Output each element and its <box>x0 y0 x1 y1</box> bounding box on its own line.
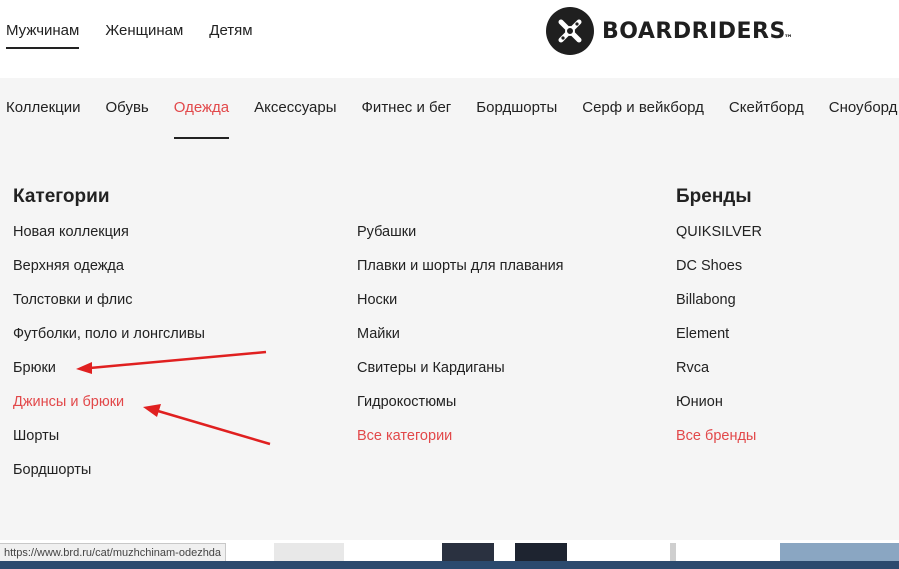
nav-item-collections[interactable]: Коллекции <box>6 99 81 116</box>
brand-link[interactable]: DC Shoes <box>676 258 762 292</box>
category-link[interactable]: Гидрокостюмы <box>357 394 564 428</box>
gender-tab-women[interactable]: Женщинам <box>105 22 183 45</box>
main-nav: Коллекции Обувь Одежда Аксессуары Фитнес… <box>0 78 899 140</box>
category-link[interactable]: Плавки и шорты для плавания <box>357 258 564 292</box>
brand-link[interactable]: Юнион <box>676 394 762 428</box>
os-taskbar <box>0 561 899 569</box>
nav-item-fitness[interactable]: Фитнес и бег <box>362 99 452 116</box>
site-header: Мужчинам Женщинам Детям BOARDRIDERS™ <box>0 0 899 78</box>
nav-item-shoes[interactable]: Обувь <box>106 99 149 116</box>
nav-item-accessories[interactable]: Аксессуары <box>254 99 336 116</box>
category-link[interactable]: Свитеры и Кардиганы <box>357 360 564 394</box>
gender-tabs: Мужчинам Женщинам Детям <box>6 22 253 49</box>
browser-status-url: https://www.brd.ru/cat/muzhchinam-odezhd… <box>0 543 227 563</box>
nav-item-surf[interactable]: Серф и вейкборд <box>582 99 704 116</box>
brand-link[interactable]: Rvca <box>676 360 762 394</box>
category-link[interactable]: Новая коллекция <box>13 224 205 258</box>
all-categories-link[interactable]: Все категории <box>357 428 564 462</box>
brand-link[interactable]: Element <box>676 326 762 360</box>
logo-wordmark: BOARDRIDERS™ <box>602 18 794 44</box>
brand-link[interactable]: Billabong <box>676 292 762 326</box>
gender-tab-kids[interactable]: Детям <box>209 22 252 45</box>
mega-menu: Категории Новая коллекция Верхняя одежда… <box>0 140 899 540</box>
category-link[interactable]: Носки <box>357 292 564 326</box>
nav-item-clothing[interactable]: Одежда <box>173 99 230 139</box>
category-link[interactable]: Майки <box>357 326 564 360</box>
brand-link[interactable]: QUIKSILVER <box>676 224 762 258</box>
categories-title: Категории <box>13 186 110 207</box>
category-link[interactable]: Рубашки <box>357 224 564 258</box>
category-link[interactable]: Бордшорты <box>13 462 205 496</box>
nav-item-skateboard[interactable]: Скейтборд <box>729 99 804 116</box>
brands-title: Бренды <box>676 186 752 207</box>
category-link[interactable]: Толстовки и флис <box>13 292 205 326</box>
nav-item-boardshorts[interactable]: Бордшорты <box>476 99 557 116</box>
category-link-jeans[interactable]: Джинсы и брюки <box>13 394 205 428</box>
all-brands-link[interactable]: Все бренды <box>676 428 762 462</box>
nav-item-snowboard[interactable]: Сноуборд <box>829 99 898 116</box>
brand-logo[interactable]: BOARDRIDERS™ <box>546 7 793 55</box>
category-link-trousers[interactable]: Брюки <box>13 360 205 394</box>
gender-tab-men[interactable]: Мужчинам <box>6 22 80 49</box>
category-link[interactable]: Шорты <box>13 428 205 462</box>
category-link[interactable]: Верхняя одежда <box>13 258 205 292</box>
category-link[interactable]: Футболки, поло и лонгсливы <box>13 326 205 360</box>
boardriders-logo-icon <box>546 7 594 55</box>
